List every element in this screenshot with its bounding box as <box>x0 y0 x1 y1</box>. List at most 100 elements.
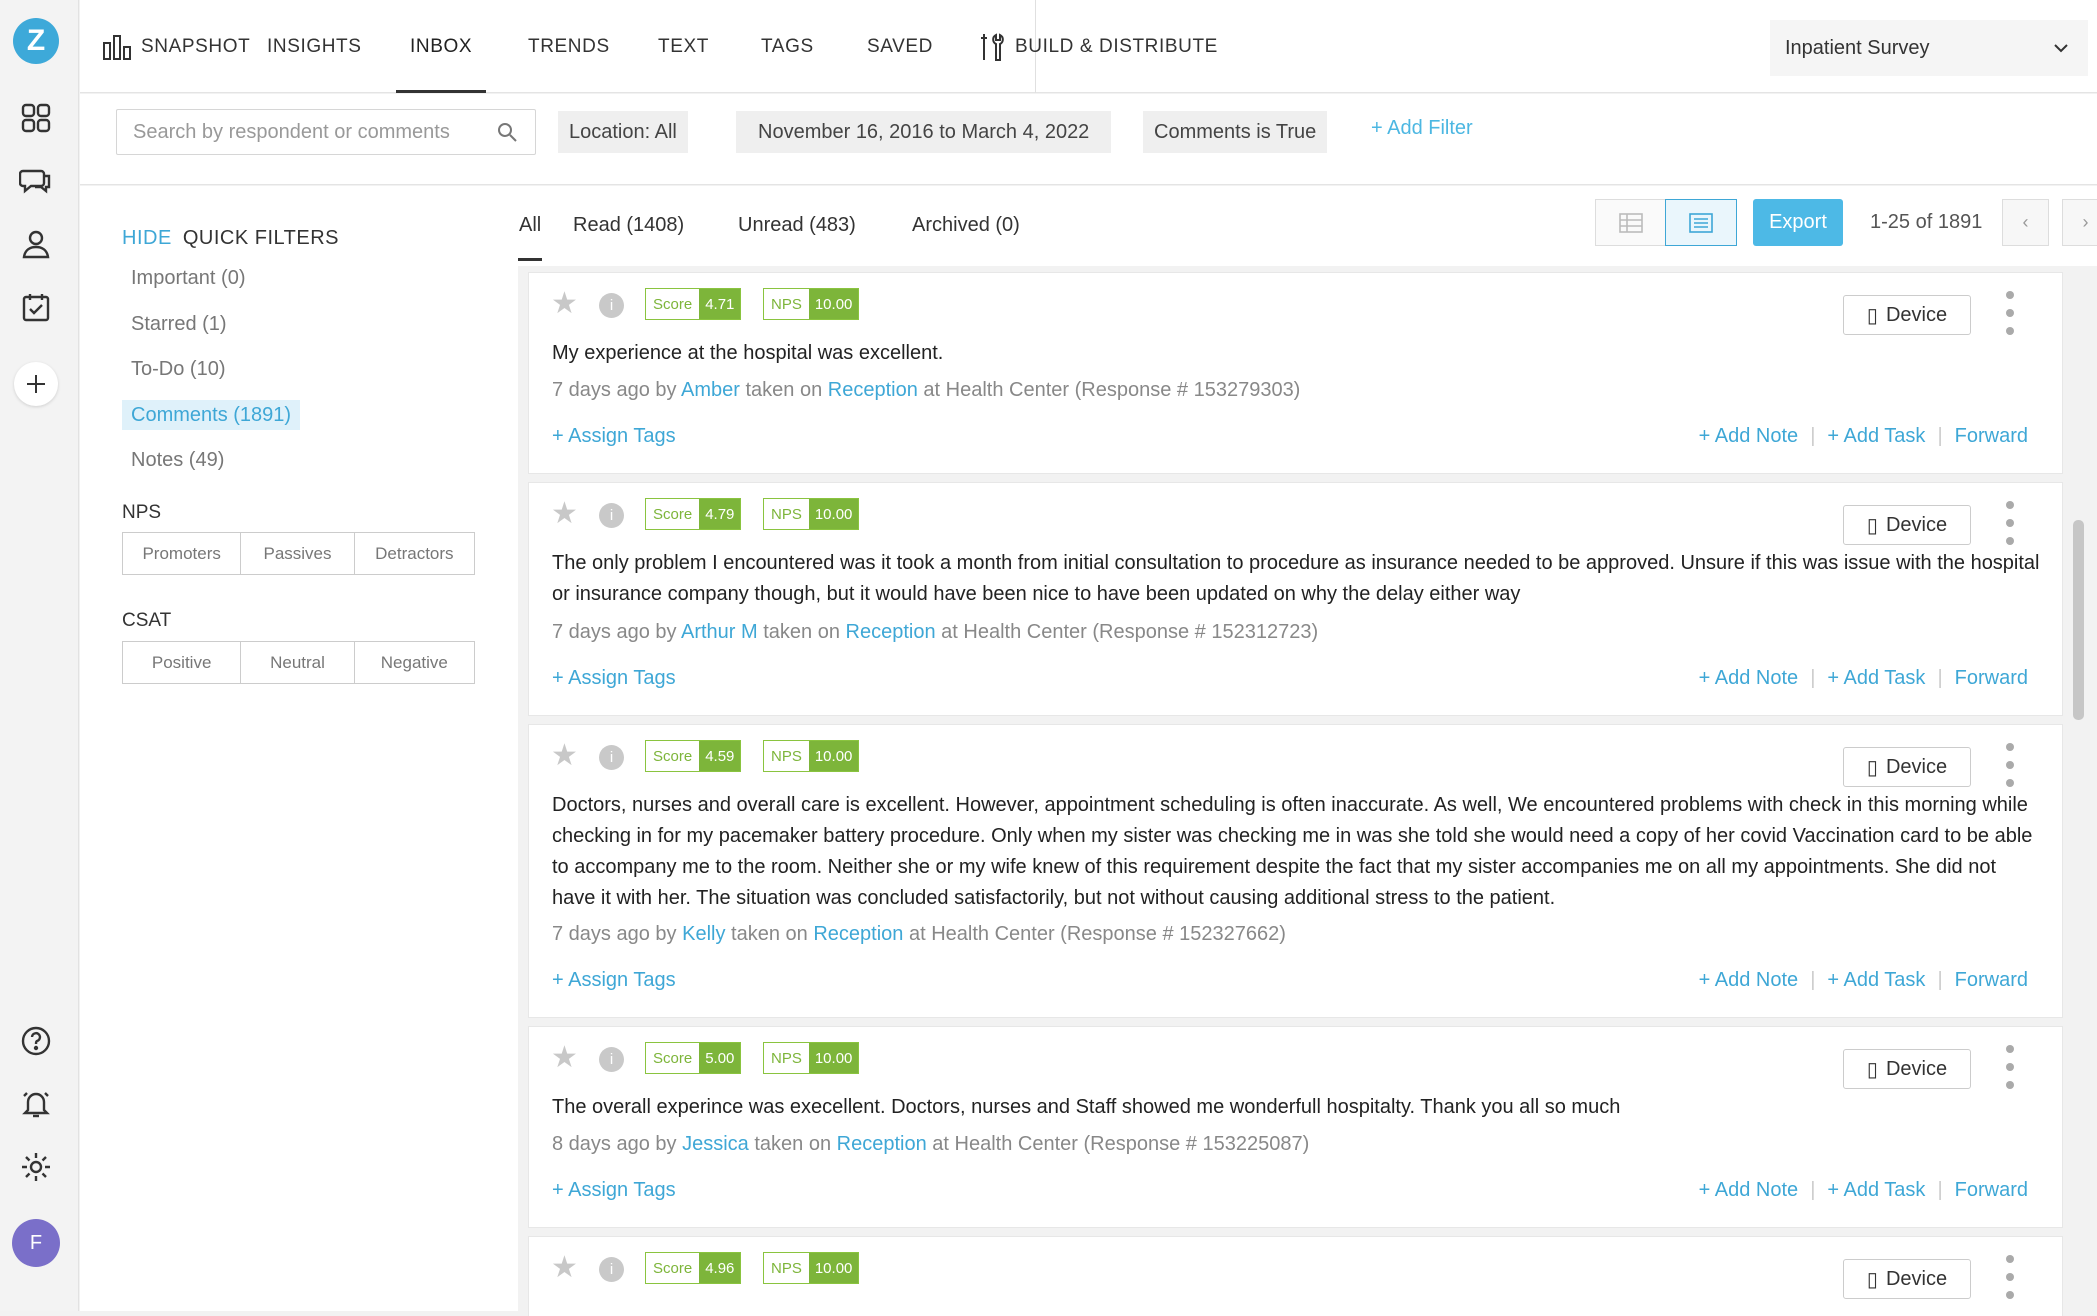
card-view-button[interactable] <box>1665 199 1737 246</box>
star-icon[interactable]: ★ <box>551 499 578 529</box>
more-options-icon[interactable] <box>2000 1255 2020 1299</box>
tab-saved[interactable]: SAVED <box>867 0 933 93</box>
respondent-link[interactable]: Jessica <box>682 1133 749 1155</box>
quick-filter-starred[interactable]: Starred (1) <box>122 309 236 339</box>
assign-tags-link[interactable]: + Assign Tags <box>552 969 676 992</box>
nps-badge: NPS 10.00 <box>763 1252 860 1284</box>
forward-link[interactable]: Forward <box>1955 667 2028 690</box>
star-icon[interactable]: ★ <box>551 1043 578 1073</box>
search-input[interactable]: Search by respondent or comments <box>116 109 536 155</box>
csat-positive-button[interactable]: Positive <box>123 642 242 683</box>
quick-filter-important[interactable]: Important (0) <box>122 263 254 293</box>
app-logo[interactable]: Z <box>13 18 59 64</box>
meta-taken-on: taken on <box>731 923 808 945</box>
nps-value: 10.00 <box>808 1253 859 1283</box>
response-time: 7 days ago <box>552 379 650 401</box>
tablet-icon: ▯ <box>1866 756 1878 779</box>
response-meta: 8 days ago by Jessica taken on Reception… <box>552 1133 1309 1156</box>
add-note-link[interactable]: + Add Note <box>1699 969 1799 992</box>
bell-icon[interactable] <box>18 1086 54 1122</box>
scrollbar-thumb[interactable] <box>2073 520 2084 720</box>
chat-bubbles-icon[interactable] <box>18 163 54 199</box>
prev-page-button[interactable]: ‹ <box>2002 199 2049 246</box>
score-label: Score <box>646 499 700 529</box>
quick-filter-comments[interactable]: Comments (1891) <box>122 400 301 430</box>
date-range-filter[interactable]: November 16, 2016 to March 4, 2022 <box>736 111 1112 153</box>
quick-filter-notes[interactable]: Notes (49) <box>122 445 233 475</box>
nps-promoters-button[interactable]: Promoters <box>123 533 242 574</box>
add-filter-link[interactable]: + Add Filter <box>1371 117 1473 140</box>
respondent-link[interactable]: Arthur M <box>681 621 758 643</box>
tab-trends[interactable]: TRENDS <box>528 0 610 93</box>
assign-tags-link[interactable]: + Assign Tags <box>552 1179 676 1202</box>
table-view-button[interactable] <box>1595 199 1667 246</box>
tab-snapshot[interactable]: SNAPSHOT <box>102 0 250 93</box>
forward-link[interactable]: Forward <box>1955 1179 2028 1202</box>
gear-icon[interactable] <box>18 1149 54 1185</box>
quick-filter-todo[interactable]: To-Do (10) <box>122 354 234 384</box>
tab-all[interactable]: All <box>519 214 541 237</box>
add-task-link[interactable]: + Add Task <box>1827 1179 1925 1202</box>
device-button[interactable]: ▯ Device <box>1843 295 1971 335</box>
dashboard-grid-icon[interactable] <box>18 100 54 136</box>
tab-text[interactable]: TEXT <box>658 0 709 93</box>
csat-neutral-button[interactable]: Neutral <box>241 642 355 683</box>
comments-filter[interactable]: Comments is True <box>1143 111 1328 153</box>
channel-link[interactable]: Reception <box>828 379 918 401</box>
info-icon[interactable]: i <box>599 1257 624 1282</box>
survey-selector[interactable]: Inpatient Survey <box>1770 20 2088 76</box>
assign-tags-link[interactable]: + Assign Tags <box>552 425 676 448</box>
response-time: 7 days ago <box>552 923 650 945</box>
person-icon[interactable] <box>18 226 54 262</box>
info-icon[interactable]: i <box>599 503 624 528</box>
add-note-link[interactable]: + Add Note <box>1699 1179 1799 1202</box>
more-options-icon[interactable] <box>2000 743 2020 787</box>
next-page-button[interactable]: › <box>2062 199 2097 246</box>
star-icon[interactable]: ★ <box>551 1253 578 1283</box>
user-avatar[interactable]: F <box>12 1219 60 1267</box>
info-icon[interactable]: i <box>599 745 624 770</box>
add-note-link[interactable]: + Add Note <box>1699 667 1799 690</box>
tab-build-distribute[interactable]: BUILD & DISTRIBUTE <box>978 0 1218 93</box>
channel-link[interactable]: Reception <box>846 621 936 643</box>
tab-insights[interactable]: INSIGHTS <box>267 0 362 93</box>
hide-quick-filters-link[interactable]: HIDE <box>122 227 172 249</box>
calendar-check-icon[interactable] <box>18 289 54 325</box>
add-note-link[interactable]: + Add Note <box>1699 425 1799 448</box>
bar-chart-icon <box>103 34 131 60</box>
device-button[interactable]: ▯ Device <box>1843 505 1971 545</box>
more-options-icon[interactable] <box>2000 291 2020 335</box>
add-task-link[interactable]: + Add Task <box>1827 969 1925 992</box>
info-icon[interactable]: i <box>599 1047 624 1072</box>
tab-unread[interactable]: Unread (483) <box>738 214 856 237</box>
respondent-link[interactable]: Kelly <box>682 923 725 945</box>
nps-passives-button[interactable]: Passives <box>241 533 355 574</box>
tab-inbox[interactable]: INBOX <box>396 0 487 93</box>
tab-archived[interactable]: Archived (0) <box>912 214 1020 237</box>
tab-read[interactable]: Read (1408) <box>573 214 684 237</box>
respondent-link[interactable]: Amber <box>681 379 740 401</box>
forward-link[interactable]: Forward <box>1955 425 2028 448</box>
nps-label: NPS <box>764 741 809 771</box>
channel-link[interactable]: Reception <box>837 1133 927 1155</box>
assign-tags-link[interactable]: + Assign Tags <box>552 667 676 690</box>
more-options-icon[interactable] <box>2000 1045 2020 1089</box>
tab-tags[interactable]: TAGS <box>761 0 814 93</box>
csat-negative-button[interactable]: Negative <box>355 642 474 683</box>
more-options-icon[interactable] <box>2000 501 2020 545</box>
add-task-link[interactable]: + Add Task <box>1827 667 1925 690</box>
device-button[interactable]: ▯ Device <box>1843 747 1971 787</box>
channel-link[interactable]: Reception <box>813 923 903 945</box>
export-button[interactable]: Export <box>1753 199 1843 246</box>
forward-link[interactable]: Forward <box>1955 969 2028 992</box>
add-plus-icon[interactable] <box>14 362 58 406</box>
device-button[interactable]: ▯ Device <box>1843 1049 1971 1089</box>
nps-detractors-button[interactable]: Detractors <box>355 533 474 574</box>
add-task-link[interactable]: + Add Task <box>1827 425 1925 448</box>
star-icon[interactable]: ★ <box>551 741 578 771</box>
help-icon[interactable] <box>18 1023 54 1059</box>
device-button[interactable]: ▯ Device <box>1843 1259 1971 1299</box>
info-icon[interactable]: i <box>599 293 624 318</box>
location-filter[interactable]: Location: All <box>558 111 688 153</box>
star-icon[interactable]: ★ <box>551 289 578 319</box>
